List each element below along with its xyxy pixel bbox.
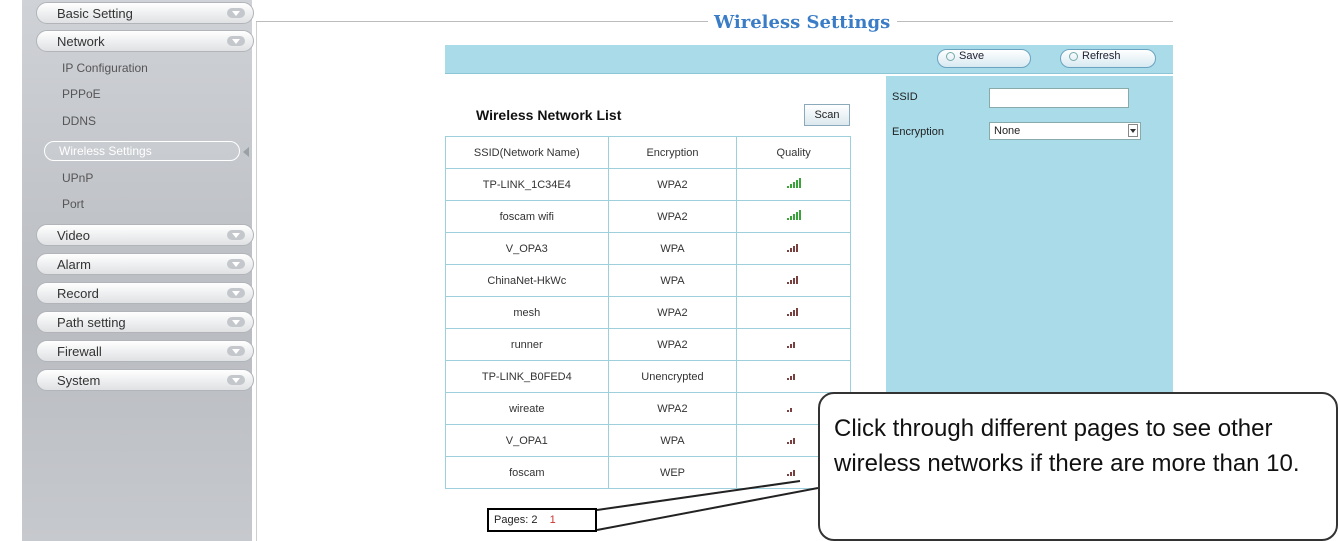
callout-box: Click through different pages to see oth…: [818, 392, 1338, 541]
callout-text: Click through different pages to see oth…: [834, 415, 1300, 477]
